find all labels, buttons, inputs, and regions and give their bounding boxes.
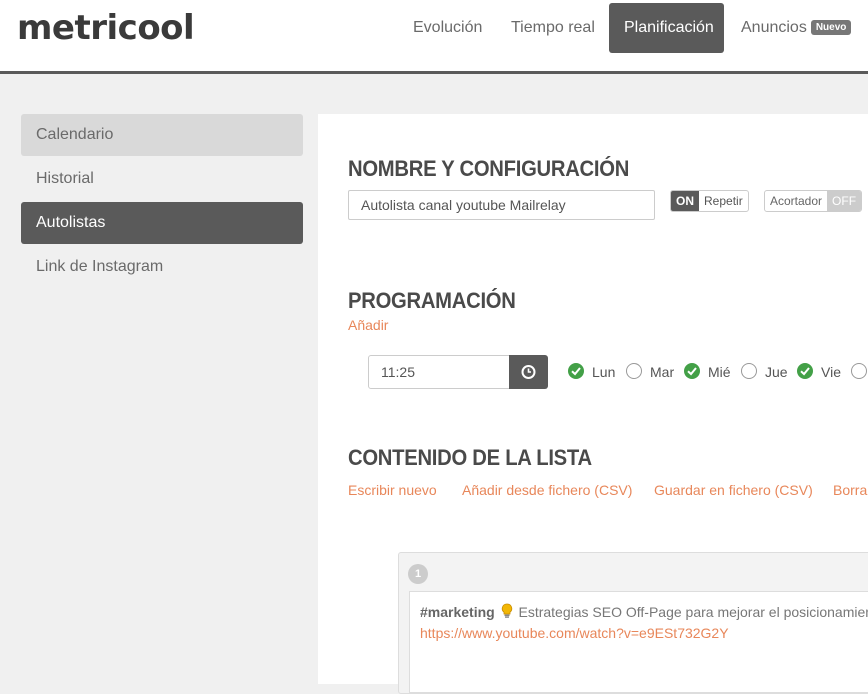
sidebar-item-calendario[interactable]: Calendario: [21, 114, 303, 156]
repeat-label: Repetir: [704, 194, 743, 208]
check-circle-icon: [797, 363, 813, 379]
day-label: Mar: [650, 364, 675, 380]
item-text: Estrategias SEO Off-Page para mejorar el…: [518, 604, 868, 620]
shortener-label: Acortador: [770, 194, 823, 208]
add-schedule-link[interactable]: Añadir: [348, 317, 388, 333]
time-picker-button[interactable]: [509, 355, 548, 389]
empty-circle-icon: [626, 363, 642, 379]
check-circle-icon: [684, 363, 700, 379]
new-badge: Nuevo: [810, 20, 852, 35]
config-section-title: NOMBRE Y CONFIGURACIÓN: [348, 156, 630, 181]
clock-icon: [521, 365, 536, 379]
list-name-input[interactable]: [348, 190, 655, 220]
empty-circle-icon: [741, 363, 757, 379]
content-section-title: CONTENIDO DE LA LISTA: [348, 445, 592, 470]
nav-planificacion[interactable]: Planificación: [609, 3, 724, 53]
item-hashtag: #marketing: [420, 604, 495, 620]
metricool-logo[interactable]: metricool: [17, 8, 195, 48]
shortener-off-state: OFF: [827, 191, 862, 211]
delete-link[interactable]: Borra: [833, 482, 867, 498]
write-new-link[interactable]: Escribir nuevo: [348, 482, 437, 498]
schedule-section-title: PROGRAMACIÓN: [348, 288, 516, 313]
light-bulb-icon: [501, 603, 512, 618]
repeat-on-state: ON: [671, 191, 699, 211]
day-label: Mié: [708, 364, 731, 380]
nav-tiempo-real[interactable]: Tiempo real: [496, 3, 610, 53]
main-panel: NOMBRE Y CONFIGURACIÓN ON Repetir Acorta…: [318, 114, 868, 694]
item-number-badge: 1: [408, 564, 428, 584]
top-header: metricool Evolución Tiempo real Planific…: [0, 0, 868, 74]
check-circle-icon: [568, 363, 584, 379]
empty-circle-icon: [851, 363, 867, 379]
sidebar-item-autolistas[interactable]: Autolistas: [21, 202, 303, 244]
sidebar-item-historial[interactable]: Historial: [21, 158, 303, 200]
item-text-line: #marketing Estrategias SEO Off-Page para…: [420, 603, 868, 620]
nav-anuncios-label: Anuncios: [741, 19, 807, 36]
save-to-csv-link[interactable]: Guardar en fichero (CSV): [654, 482, 813, 498]
sidebar-item-link-instagram[interactable]: Link de Instagram: [21, 246, 303, 288]
nav-evolucion[interactable]: Evolución: [398, 3, 497, 53]
add-from-csv-link[interactable]: Añadir desde fichero (CSV): [462, 482, 632, 498]
list-item-card: 1 #marketing Estrategias SEO Off-Page pa…: [398, 552, 868, 694]
shortener-toggle[interactable]: Acortador OFF: [764, 190, 863, 212]
repeat-toggle[interactable]: ON Repetir: [670, 190, 749, 212]
time-input[interactable]: [368, 355, 510, 389]
day-label: Jue: [765, 364, 788, 380]
item-content[interactable]: #marketing Estrategias SEO Off-Page para…: [409, 591, 868, 693]
nav-anuncios[interactable]: Anuncios Nuevo: [726, 3, 866, 53]
day-label: Vie: [821, 364, 841, 380]
day-label: Lun: [592, 364, 616, 380]
item-url[interactable]: https://www.youtube.com/watch?v=e9ESt732…: [420, 625, 729, 641]
